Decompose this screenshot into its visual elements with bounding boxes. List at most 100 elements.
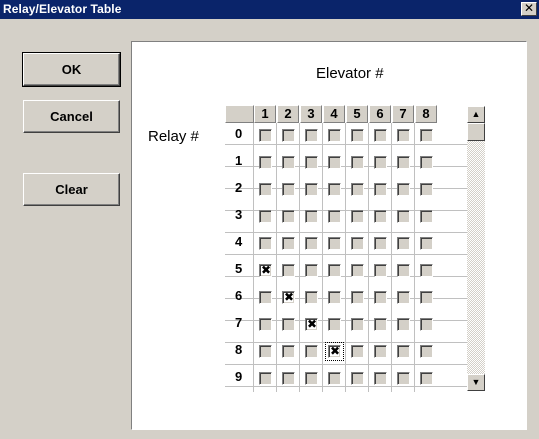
relay-checkbox[interactable] — [397, 210, 410, 223]
relay-checkbox[interactable] — [374, 129, 387, 142]
relay-checkbox[interactable] — [351, 372, 364, 385]
relay-checkbox[interactable] — [351, 237, 364, 250]
relay-checkbox[interactable] — [420, 291, 433, 304]
relay-checkbox[interactable] — [305, 156, 318, 169]
relay-checkbox[interactable] — [397, 318, 410, 331]
relay-checkbox[interactable] — [351, 156, 364, 169]
relay-checkbox[interactable] — [305, 210, 318, 223]
relay-checkbox[interactable] — [282, 129, 295, 142]
relay-checkbox[interactable] — [259, 318, 272, 331]
relay-checkbox[interactable] — [374, 264, 387, 277]
relay-checkbox[interactable]: ✖ — [325, 342, 344, 361]
relay-checkbox[interactable] — [328, 318, 341, 331]
relay-checkbox[interactable] — [397, 156, 410, 169]
relay-checkbox[interactable] — [328, 210, 341, 223]
clear-button[interactable]: Clear — [23, 173, 120, 206]
relay-checkbox[interactable] — [351, 291, 364, 304]
relay-checkbox[interactable] — [420, 372, 433, 385]
relay-checkbox[interactable] — [259, 129, 272, 142]
relay-checkbox[interactable] — [374, 372, 387, 385]
relay-checkbox[interactable] — [328, 372, 341, 385]
relay-checkbox[interactable] — [259, 210, 272, 223]
relay-checkbox[interactable] — [328, 291, 341, 304]
row-header-label: 0 — [235, 126, 243, 141]
relay-checkbox[interactable] — [374, 210, 387, 223]
column-gridline — [414, 123, 415, 392]
relay-checkbox[interactable] — [374, 237, 387, 250]
row-header: 0 — [225, 123, 254, 145]
relay-checkbox[interactable] — [397, 372, 410, 385]
column-header: 3 — [300, 105, 322, 123]
relay-checkbox[interactable] — [420, 318, 433, 331]
relay-checkbox[interactable]: ✖ — [305, 317, 318, 331]
relay-checkbox[interactable] — [305, 129, 318, 142]
relay-checkbox[interactable] — [351, 318, 364, 331]
relay-checkbox[interactable] — [259, 291, 272, 304]
relay-checkbox[interactable] — [351, 345, 364, 358]
relay-checkbox[interactable] — [282, 318, 295, 331]
relay-checkbox[interactable] — [351, 129, 364, 142]
relay-checkbox[interactable] — [351, 264, 364, 277]
relay-checkbox[interactable] — [259, 372, 272, 385]
relay-checkbox[interactable] — [420, 264, 433, 277]
relay-checkbox[interactable] — [305, 291, 318, 304]
relay-checkbox[interactable] — [374, 291, 387, 304]
relay-checkbox[interactable] — [328, 183, 341, 196]
relay-checkbox[interactable] — [420, 156, 433, 169]
relay-checkbox[interactable] — [282, 210, 295, 223]
scroll-thumb[interactable] — [467, 123, 485, 141]
relay-checkbox[interactable] — [328, 237, 341, 250]
relay-checkbox[interactable] — [282, 264, 295, 277]
relay-checkbox[interactable] — [282, 237, 295, 250]
relay-checkbox[interactable] — [328, 156, 341, 169]
relay-checkbox[interactable] — [397, 264, 410, 277]
column-header: 2 — [277, 105, 299, 123]
relay-checkbox[interactable] — [282, 372, 295, 385]
close-icon: ✕ — [523, 1, 535, 15]
row-header-label: 4 — [235, 234, 243, 249]
relay-checkbox[interactable] — [374, 345, 387, 358]
cancel-button[interactable]: Cancel — [23, 100, 120, 133]
relay-checkbox[interactable] — [374, 183, 387, 196]
relay-checkbox[interactable] — [420, 183, 433, 196]
scroll-down-button[interactable]: ▼ — [467, 374, 485, 391]
arrow-up-icon: ▲ — [471, 109, 481, 119]
relay-checkbox[interactable] — [305, 264, 318, 277]
relay-checkbox[interactable] — [305, 183, 318, 196]
scroll-up-button[interactable]: ▲ — [467, 106, 485, 123]
relay-checkbox[interactable] — [420, 237, 433, 250]
close-button[interactable]: ✕ — [521, 2, 537, 16]
relay-checkbox[interactable] — [305, 345, 318, 358]
ok-button[interactable]: OK — [22, 52, 121, 87]
relay-checkbox[interactable] — [282, 156, 295, 169]
relay-checkbox[interactable] — [420, 129, 433, 142]
relay-checkbox[interactable] — [397, 345, 410, 358]
relay-checkbox[interactable] — [282, 183, 295, 196]
relay-checkbox[interactable] — [351, 210, 364, 223]
relay-checkbox[interactable] — [397, 291, 410, 304]
relay-checkbox[interactable] — [420, 210, 433, 223]
relay-checkbox[interactable] — [397, 129, 410, 142]
relay-checkbox[interactable] — [420, 345, 433, 358]
relay-checkbox[interactable] — [305, 372, 318, 385]
relay-checkbox[interactable] — [374, 156, 387, 169]
relay-checkbox[interactable] — [259, 345, 272, 358]
relay-checkbox[interactable] — [328, 264, 341, 277]
relay-checkbox[interactable] — [259, 237, 272, 250]
relay-checkbox[interactable] — [351, 183, 364, 196]
relay-checkbox[interactable] — [259, 183, 272, 196]
row-header-label: 1 — [235, 153, 243, 168]
relay-checkbox[interactable]: ✖ — [282, 290, 295, 304]
relay-checkbox[interactable] — [397, 237, 410, 250]
relay-checkbox[interactable] — [305, 237, 318, 250]
column-gridline — [276, 123, 277, 392]
relay-checkbox[interactable]: ✖ — [259, 263, 272, 277]
relay-checkbox[interactable] — [397, 183, 410, 196]
vertical-scrollbar[interactable]: ▲ ▼ — [467, 106, 485, 391]
relay-checkbox[interactable] — [328, 129, 341, 142]
relay-checkbox[interactable] — [259, 156, 272, 169]
column-header: 4 — [323, 105, 345, 123]
relay-checkbox[interactable] — [282, 345, 295, 358]
relay-checkbox[interactable] — [374, 318, 387, 331]
check-icon: ✖ — [261, 263, 272, 277]
